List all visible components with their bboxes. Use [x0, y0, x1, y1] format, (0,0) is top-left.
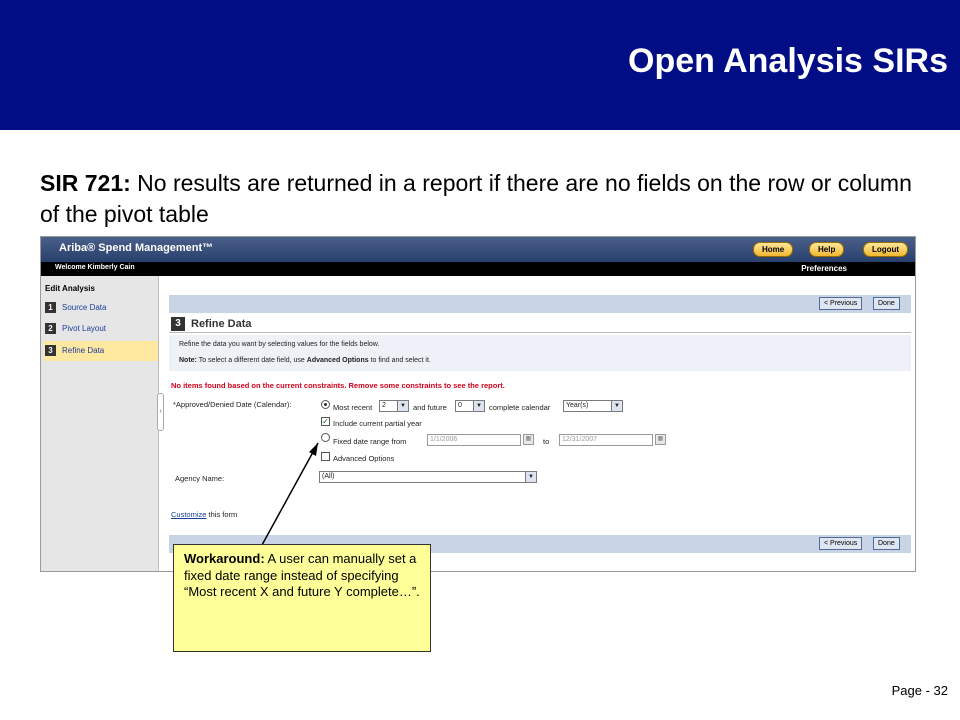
app-header: Ariba® Spend Management™ Home Help Logou… — [41, 237, 915, 262]
advanced-options-checkbox[interactable] — [321, 452, 330, 461]
slide-title: Open Analysis SIRs — [628, 42, 948, 80]
ariba-logo: Ariba® Spend Management™ — [59, 242, 214, 254]
chevron-down-icon: ▼ — [397, 401, 408, 411]
customize-link[interactable]: Customize — [171, 510, 206, 519]
welcome-bar: Welcome Kimberly Cain Preferences — [41, 262, 915, 276]
help-button[interactable]: Help — [809, 242, 845, 257]
slide: Open Analysis SIRs SIR 721: No results a… — [0, 0, 960, 720]
callout-label: Workaround: — [184, 551, 265, 566]
info-box: Refine the data you want by selecting va… — [169, 335, 911, 371]
chevron-down-icon: ▼ — [473, 401, 484, 411]
previous-button-bottom[interactable]: < Previous — [819, 537, 863, 550]
fixed-range-label: Fixed date range from — [333, 437, 407, 446]
info-text: Refine the data you want by selecting va… — [179, 341, 380, 348]
section-header: 3 Refine Data — [169, 317, 911, 333]
date-field-label: *Approved/Denied Date (Calendar): — [173, 400, 292, 409]
calendar-icon[interactable]: ▦ — [655, 434, 666, 445]
done-button-bottom[interactable]: Done — [873, 537, 900, 550]
period-select[interactable]: Year(s) ▼ — [563, 400, 623, 412]
chevron-down-icon: ▼ — [611, 401, 622, 411]
calendar-icon[interactable]: ▦ — [523, 434, 534, 445]
sidebar-item-refine-data[interactable]: 3 Refine Data — [44, 341, 158, 361]
collapse-sidebar-icon[interactable]: ‹ — [157, 393, 164, 431]
preferences-link[interactable]: Preferences — [801, 264, 847, 273]
section-number: 3 — [171, 317, 185, 331]
to-label: to — [543, 437, 550, 446]
most-recent-select[interactable]: 2 ▼ — [379, 400, 409, 412]
previous-button[interactable]: < Previous — [819, 297, 863, 310]
advanced-options-label: Advanced Options — [333, 454, 395, 463]
app-screenshot: Ariba® Spend Management™ Home Help Logou… — [40, 236, 916, 572]
and-future-label: and future — [413, 403, 447, 412]
include-partial-label: Include current partial year — [333, 419, 422, 428]
top-button-bar: < Previous Done — [169, 295, 911, 313]
fixed-range-radio[interactable] — [321, 433, 330, 442]
sidebar-item-source-data[interactable]: 1 Source Data — [44, 298, 158, 318]
agency-select[interactable]: (All) ▼ — [319, 471, 537, 483]
complete-calendar-label: complete calendar — [489, 403, 551, 412]
sidebar: Edit Analysis 1 Source Data 2 Pivot Layo… — [41, 276, 159, 571]
step-number: 2 — [45, 323, 56, 334]
agency-label: Agency Name: — [175, 474, 225, 483]
step-number: 1 — [45, 302, 56, 313]
sidebar-item-pivot-layout[interactable]: 2 Pivot Layout — [44, 319, 158, 339]
from-date-input[interactable]: 1/1/2006 — [427, 434, 521, 446]
sidebar-item-label: Refine Data — [62, 346, 105, 355]
home-button[interactable]: Home — [753, 242, 794, 257]
sidebar-item-label: Source Data — [62, 303, 107, 312]
sidebar-title: Edit Analysis — [45, 284, 95, 293]
sidebar-item-label: Pivot Layout — [62, 324, 107, 333]
logout-button[interactable]: Logout — [863, 242, 909, 257]
most-recent-label: Most recent — [333, 403, 373, 412]
welcome-text: Welcome Kimberly Cain — [55, 264, 135, 271]
include-partial-checkbox[interactable]: ✓ — [321, 417, 330, 426]
chevron-down-icon: ▼ — [525, 472, 536, 482]
step-number: 3 — [45, 345, 56, 356]
most-recent-radio[interactable] — [321, 400, 330, 409]
title-bar: Open Analysis SIRs — [0, 0, 960, 130]
to-date-input[interactable]: 12/31/2007 — [559, 434, 653, 446]
sir-text: No results are returned in a report if t… — [40, 170, 912, 227]
warning-message: No items found based on the current cons… — [171, 381, 505, 390]
note-text: Note: To select a different date field, … — [179, 357, 431, 364]
customize-row: Customize this form — [171, 510, 238, 519]
done-button[interactable]: Done — [873, 297, 900, 310]
sir-description: SIR 721: No results are returned in a re… — [40, 168, 920, 230]
sir-label: SIR 721: — [40, 170, 131, 196]
workaround-callout: Workaround: A user can manually set a fi… — [173, 544, 431, 652]
note-label: Note: — [179, 357, 197, 364]
future-select[interactable]: 0 ▼ — [455, 400, 485, 412]
section-title: Refine Data — [191, 318, 252, 330]
page-number: Page - 32 — [891, 683, 948, 698]
